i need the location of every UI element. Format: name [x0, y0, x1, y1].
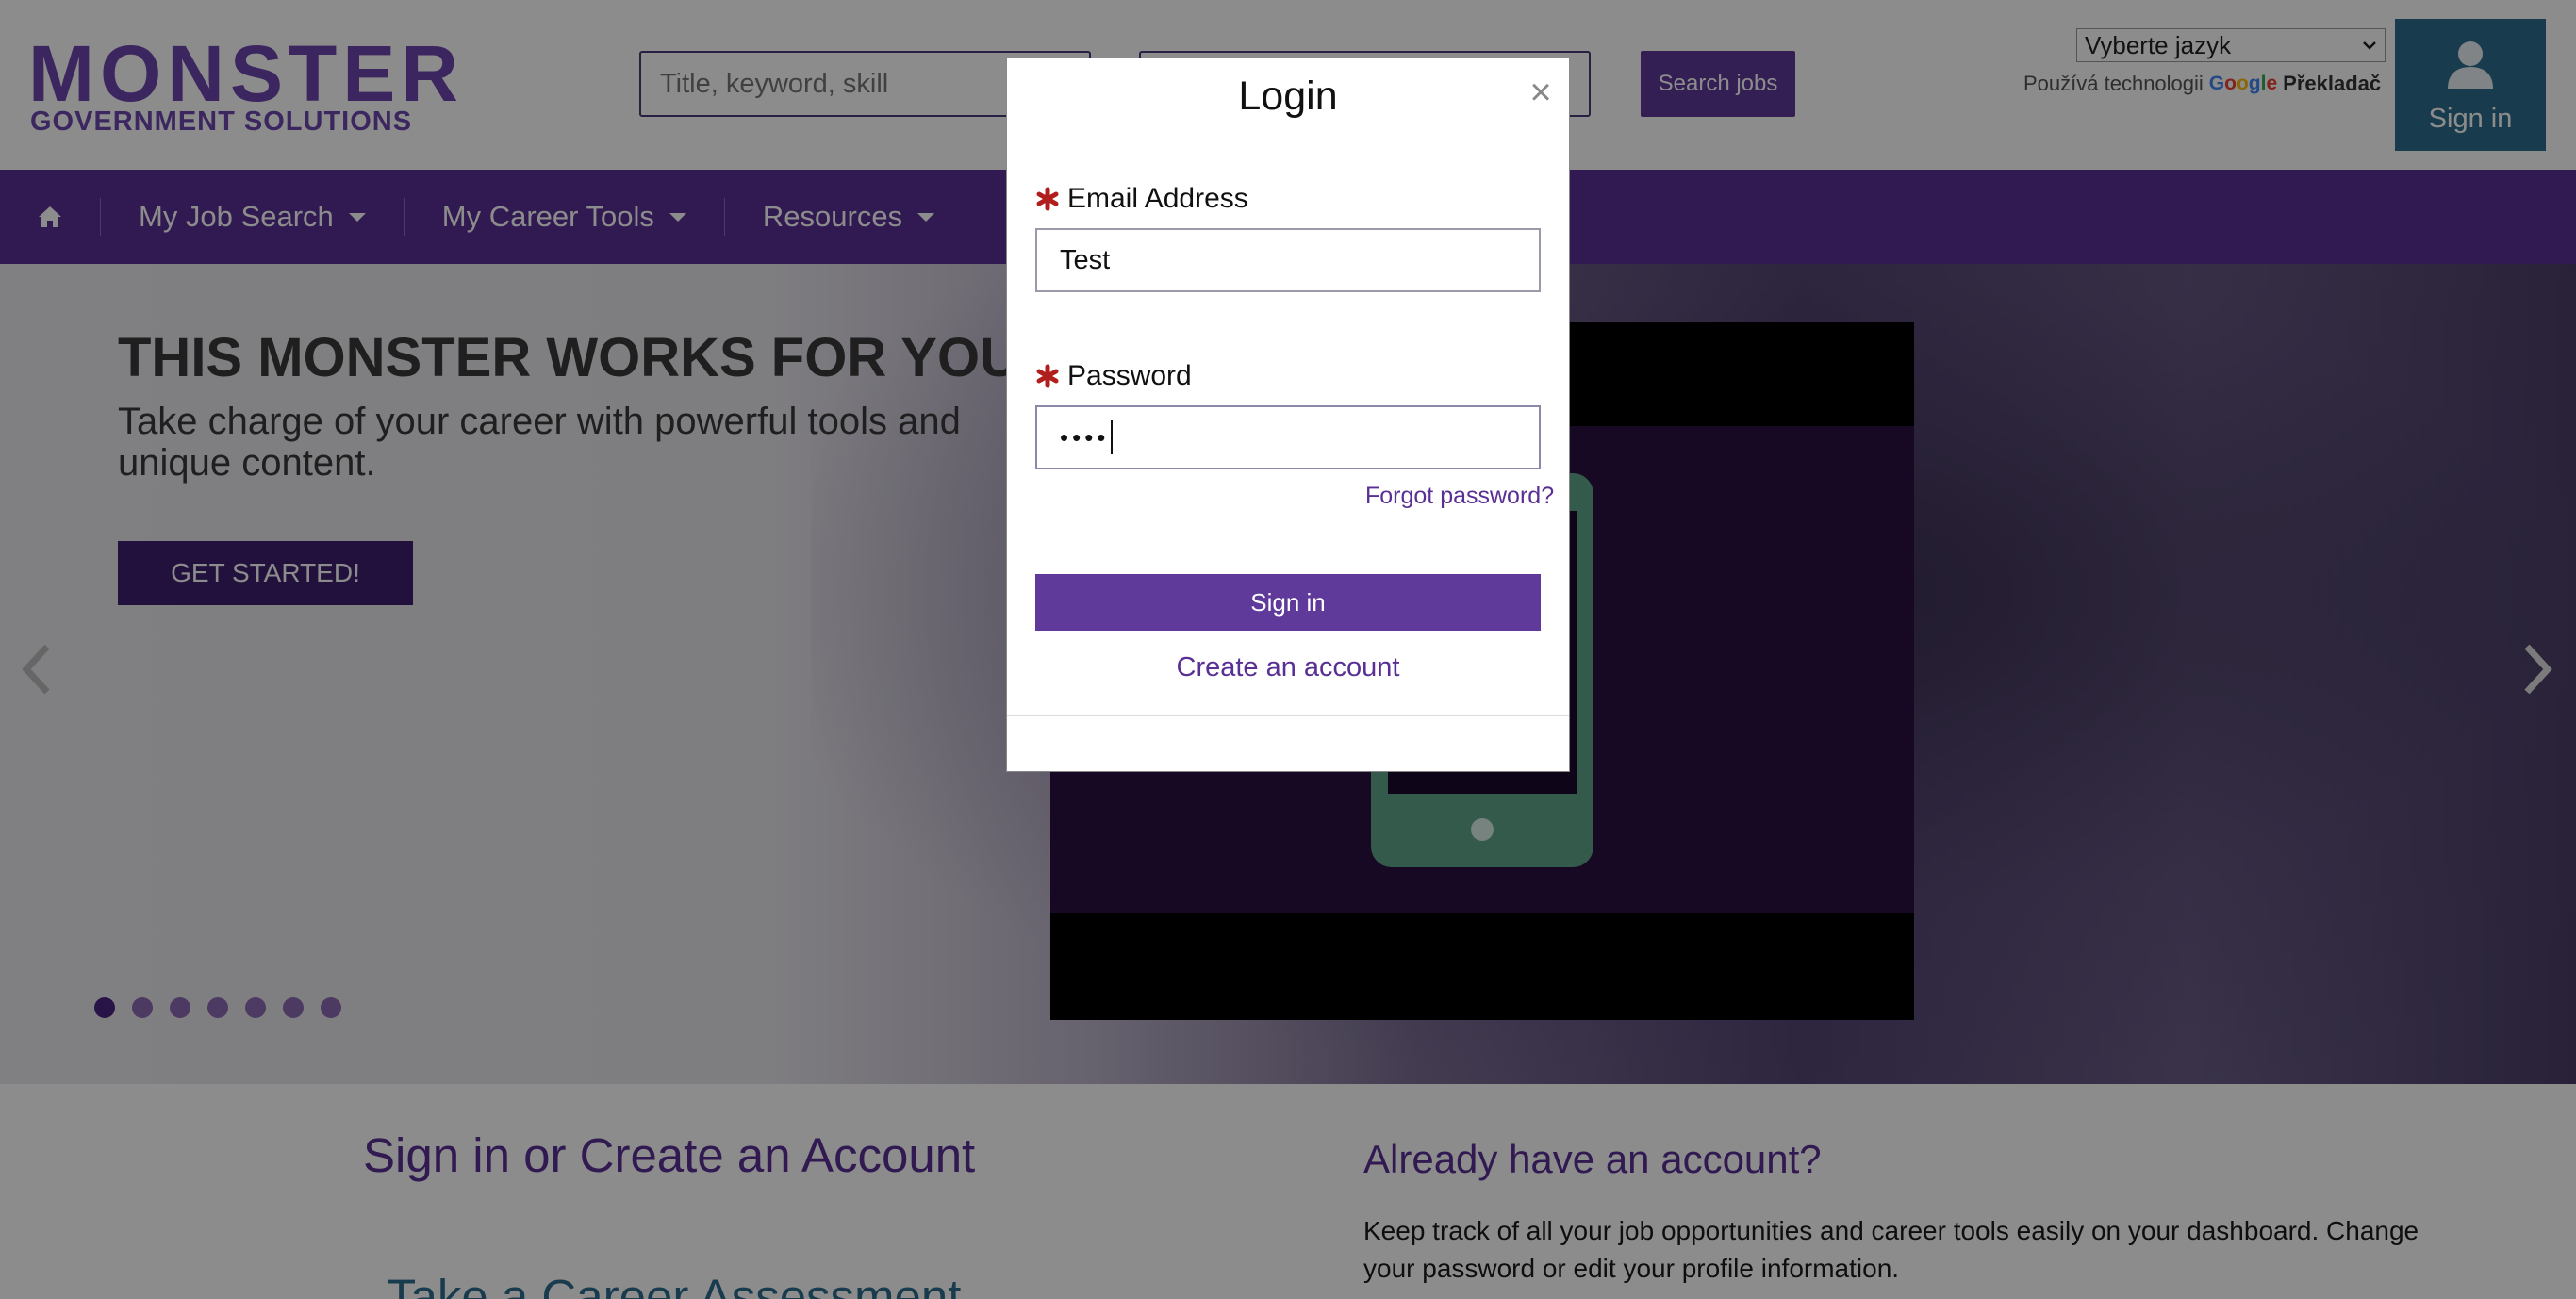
- password-label-text: Password: [1067, 360, 1192, 391]
- password-label: Password: [1035, 360, 1192, 392]
- email-label: Email Address: [1035, 183, 1248, 215]
- password-field[interactable]: ••••: [1035, 405, 1541, 469]
- forgot-password-link[interactable]: Forgot password?: [1365, 483, 1554, 510]
- create-account-link[interactable]: Create an account: [1007, 652, 1569, 683]
- password-field-value: ••••: [1060, 422, 1110, 452]
- email-label-text: Email Address: [1067, 183, 1248, 214]
- login-modal: Login × Email Address Test Password ••••…: [1006, 58, 1570, 772]
- text-cursor: [1111, 420, 1114, 454]
- close-icon[interactable]: ×: [1524, 74, 1558, 111]
- signin-button[interactable]: Sign in: [1035, 574, 1541, 631]
- email-field[interactable]: Test: [1035, 228, 1541, 292]
- required-asterisk-icon: [1036, 364, 1059, 388]
- required-asterisk-icon: [1036, 187, 1059, 211]
- modal-title: Login: [1238, 74, 1338, 119]
- email-field-value: Test: [1060, 244, 1111, 275]
- modal-footer-divider: [1007, 715, 1569, 716]
